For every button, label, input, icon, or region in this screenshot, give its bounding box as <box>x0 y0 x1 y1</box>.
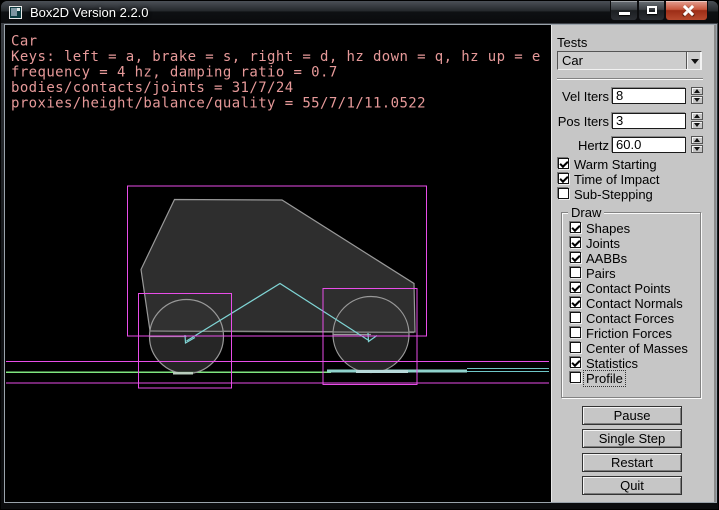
checkbox-label[interactable]: Contact Points <box>586 281 671 296</box>
minimize-button[interactable] <box>610 1 638 21</box>
checkbox-icon[interactable] <box>570 237 581 248</box>
checkbox-icon[interactable] <box>570 282 581 293</box>
checkbox-label[interactable]: Center of Masses <box>586 341 688 356</box>
app-icon-dot <box>17 8 20 11</box>
hertz-down-button[interactable] <box>691 145 703 153</box>
checkbox-icon[interactable] <box>558 188 569 199</box>
info-line-bodies: bodies/contacts/joints = 31/7/24 <box>11 80 294 96</box>
info-line-proxies: proxies/height/balance/quality = 55/7/1/… <box>11 96 426 112</box>
window-title: Box2D Version 2.2.0 <box>30 5 149 20</box>
info-line-keys: Keys: left = a, brake = s, right = d, hz… <box>11 49 541 65</box>
info-line-frequency: frequency = 4 hz, damping ratio = 0.7 <box>11 65 338 81</box>
window-content: Car Keys: left = a, brake = s, right = d… <box>4 24 717 503</box>
pos-iters-spinner <box>691 112 703 129</box>
ground-lines <box>6 369 549 373</box>
simulation-canvas[interactable]: Car Keys: left = a, brake = s, right = d… <box>5 25 551 502</box>
quit-button[interactable]: Quit <box>582 476 682 495</box>
pos-iters-label: Pos Iters <box>552 114 609 129</box>
single-step-button[interactable]: Single Step <box>582 429 682 448</box>
pos-iters-down-button[interactable] <box>691 121 703 129</box>
checkbox-label[interactable]: Warm Starting <box>574 157 657 172</box>
draw-group-label: Draw <box>568 205 604 220</box>
vel-iters-up-button[interactable] <box>691 87 703 95</box>
control-panel: Tests Car Vel Iters 8 Pos Iters 3 He <box>551 25 716 502</box>
checkbox-label[interactable]: Statistics <box>586 356 638 371</box>
checkbox-label[interactable]: Profile <box>584 371 625 386</box>
pos-iters-field[interactable]: 3 <box>612 113 686 129</box>
checkbox-icon[interactable] <box>570 297 581 308</box>
checkbox-icon[interactable] <box>570 357 581 368</box>
checkbox-icon[interactable] <box>570 372 581 383</box>
tests-dropdown[interactable]: Car <box>557 51 702 70</box>
vel-iters-label: Vel Iters <box>552 89 609 104</box>
arrow-up-icon <box>694 89 700 93</box>
tests-dropdown-value: Car <box>562 53 583 68</box>
tests-dropdown-button[interactable] <box>686 52 701 69</box>
checkbox-icon[interactable] <box>570 312 581 323</box>
checkbox-label[interactable]: Pairs <box>586 266 616 281</box>
hertz-label: Hertz <box>552 138 609 153</box>
restart-button[interactable]: Restart <box>582 453 682 472</box>
checkbox-label[interactable]: Contact Normals <box>586 296 683 311</box>
app-window: Box2D Version 2.2.0 <box>0 0 719 510</box>
checkbox-label[interactable]: Time of Impact <box>574 172 659 187</box>
hertz-spinner <box>691 136 703 153</box>
separator <box>557 78 703 80</box>
checkbox-icon[interactable] <box>570 327 581 338</box>
checkbox-icon[interactable] <box>558 173 569 184</box>
hertz-up-button[interactable] <box>691 136 703 144</box>
title-bar[interactable]: Box2D Version 2.2.0 <box>1 1 718 23</box>
close-icon <box>681 4 694 17</box>
checkbox-icon[interactable] <box>570 342 581 353</box>
vel-iters-field[interactable]: 8 <box>612 88 686 104</box>
debug-draw-scene: Car Keys: left = a, brake = s, right = d… <box>5 25 551 502</box>
pause-button[interactable]: Pause <box>582 406 682 425</box>
arrow-down-icon <box>694 147 700 151</box>
arrow-down-icon <box>694 98 700 102</box>
close-button[interactable] <box>665 1 708 21</box>
checkbox-icon[interactable] <box>570 252 581 263</box>
vel-iters-down-button[interactable] <box>691 96 703 104</box>
debug-text: Car Keys: left = a, brake = s, right = d… <box>11 34 541 112</box>
arrow-up-icon <box>694 114 700 118</box>
chevron-down-icon <box>691 59 699 64</box>
tests-label: Tests <box>557 35 587 50</box>
checkbox-icon[interactable] <box>570 222 581 233</box>
checkbox-label[interactable]: Joints <box>586 236 620 251</box>
app-icon <box>9 6 22 19</box>
hertz-field[interactable]: 60.0 <box>612 137 686 153</box>
checkbox-label[interactable]: Shapes <box>586 221 630 236</box>
pos-iters-up-button[interactable] <box>691 112 703 120</box>
checkbox-label[interactable]: Sub-Stepping <box>574 187 653 202</box>
checkbox-label[interactable]: Contact Forces <box>586 311 674 326</box>
maximize-icon <box>647 6 657 14</box>
vel-iters-spinner <box>691 87 703 104</box>
checkbox-icon[interactable] <box>570 267 581 278</box>
checkbox-label[interactable]: Friction Forces <box>586 326 672 341</box>
checkbox-icon[interactable] <box>558 158 569 169</box>
checkbox-label[interactable]: AABBs <box>586 251 627 266</box>
arrow-down-icon <box>694 123 700 127</box>
maximize-button[interactable] <box>638 1 665 21</box>
info-line-title: Car <box>11 34 38 50</box>
minimize-icon <box>619 12 630 15</box>
arrow-up-icon <box>694 138 700 142</box>
